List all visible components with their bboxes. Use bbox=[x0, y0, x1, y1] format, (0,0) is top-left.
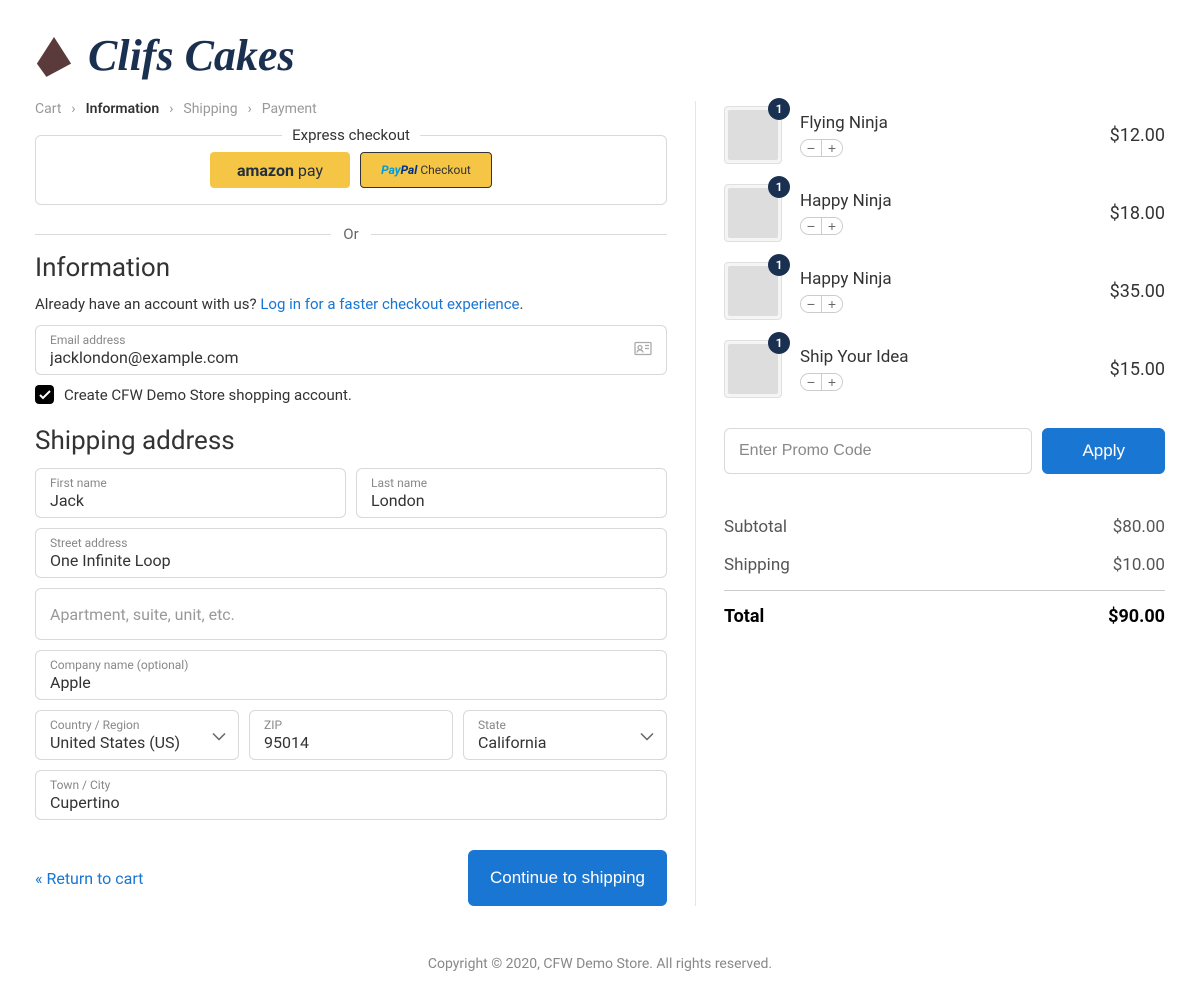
total-row: Total$90.00 bbox=[724, 597, 1165, 636]
paypal-checkout-button[interactable]: PayPal Checkout bbox=[360, 152, 492, 188]
product-thumbnail: 1 bbox=[724, 262, 782, 320]
quantity-decrease-button[interactable]: − bbox=[801, 296, 821, 312]
breadcrumb-information: Information bbox=[86, 101, 160, 117]
email-label: Email address bbox=[50, 333, 652, 347]
email-field-wrapper[interactable]: Email address bbox=[35, 325, 667, 375]
cart-item: 1 Happy Ninja − + $35.00 bbox=[724, 262, 1165, 320]
quantity-stepper: − + bbox=[800, 373, 843, 391]
continue-to-shipping-button[interactable]: Continue to shipping bbox=[468, 850, 667, 906]
quantity-increase-button[interactable]: + bbox=[822, 374, 842, 390]
first-name-input[interactable] bbox=[50, 491, 331, 510]
product-thumbnail: 1 bbox=[724, 340, 782, 398]
quantity-decrease-button[interactable]: − bbox=[801, 140, 821, 156]
brand-icon bbox=[35, 35, 73, 77]
company-field[interactable]: Company name (optional) bbox=[35, 650, 667, 700]
last-name-input[interactable] bbox=[371, 491, 652, 510]
create-account-checkbox[interactable] bbox=[35, 385, 54, 404]
state-field[interactable]: State California bbox=[463, 710, 667, 760]
street-input[interactable] bbox=[50, 551, 652, 570]
chevron-down-icon bbox=[212, 726, 226, 745]
city-field[interactable]: Town / City bbox=[35, 770, 667, 820]
breadcrumb-payment[interactable]: Payment bbox=[262, 101, 317, 117]
product-name: Happy Ninja bbox=[800, 269, 1092, 289]
apartment-field[interactable] bbox=[35, 588, 667, 640]
summary-divider bbox=[724, 590, 1165, 591]
chevron-down-icon bbox=[640, 726, 654, 745]
product-price: $35.00 bbox=[1110, 281, 1165, 302]
first-name-field[interactable]: First name bbox=[35, 468, 346, 518]
chevron-right-icon: › bbox=[71, 101, 75, 117]
product-price: $18.00 bbox=[1110, 203, 1165, 224]
or-divider: Or bbox=[35, 225, 667, 243]
country-select[interactable]: United States (US) bbox=[50, 733, 224, 752]
quantity-stepper: − + bbox=[800, 295, 843, 313]
product-name: Ship Your Idea bbox=[800, 347, 1092, 367]
express-checkout-label: Express checkout bbox=[282, 126, 420, 144]
login-link[interactable]: Log in for a faster checkout experience bbox=[260, 295, 519, 313]
shipping-address-heading: Shipping address bbox=[35, 426, 667, 456]
quantity-stepper: − + bbox=[800, 217, 843, 235]
state-select[interactable]: California bbox=[478, 733, 652, 752]
quantity-stepper: − + bbox=[800, 139, 843, 157]
zip-field[interactable]: ZIP bbox=[249, 710, 453, 760]
quantity-badge: 1 bbox=[768, 176, 790, 198]
amazon-pay-button[interactable]: amazon pay bbox=[210, 152, 350, 188]
brand-name: Clifs Cakes bbox=[88, 30, 295, 81]
product-price: $12.00 bbox=[1110, 125, 1165, 146]
street-field[interactable]: Street address bbox=[35, 528, 667, 578]
product-thumbnail: 1 bbox=[724, 184, 782, 242]
breadcrumb-cart[interactable]: Cart bbox=[35, 101, 61, 117]
product-name: Flying Ninja bbox=[800, 113, 1092, 133]
quantity-decrease-button[interactable]: − bbox=[801, 218, 821, 234]
apartment-input[interactable] bbox=[50, 605, 652, 624]
product-price: $15.00 bbox=[1110, 359, 1165, 380]
product-thumbnail: 1 bbox=[724, 106, 782, 164]
return-to-cart-link[interactable]: « Return to cart bbox=[35, 869, 143, 888]
cart-item: 1 Flying Ninja − + $12.00 bbox=[724, 106, 1165, 164]
chevron-right-icon: › bbox=[248, 101, 252, 117]
footer-copyright: Copyright © 2020, CFW Demo Store. All ri… bbox=[35, 956, 1165, 972]
information-heading: Information bbox=[35, 253, 667, 283]
quantity-badge: 1 bbox=[768, 98, 790, 120]
email-input[interactable] bbox=[50, 348, 652, 367]
cart-item: 1 Ship Your Idea − + $15.00 bbox=[724, 340, 1165, 398]
breadcrumb: Cart › Information › Shipping › Payment bbox=[35, 101, 667, 117]
login-prompt: Already have an account with us? Log in … bbox=[35, 295, 667, 313]
cart-item: 1 Happy Ninja − + $18.00 bbox=[724, 184, 1165, 242]
quantity-increase-button[interactable]: + bbox=[822, 218, 842, 234]
quantity-increase-button[interactable]: + bbox=[822, 296, 842, 312]
breadcrumb-shipping[interactable]: Shipping bbox=[183, 101, 237, 117]
apply-promo-button[interactable]: Apply bbox=[1042, 428, 1165, 474]
express-checkout-box: Express checkout amazon pay PayPal Check… bbox=[35, 135, 667, 205]
quantity-badge: 1 bbox=[768, 254, 790, 276]
promo-code-input[interactable] bbox=[724, 428, 1032, 474]
quantity-decrease-button[interactable]: − bbox=[801, 374, 821, 390]
country-field[interactable]: Country / Region United States (US) bbox=[35, 710, 239, 760]
zip-input[interactable] bbox=[264, 733, 438, 752]
product-name: Happy Ninja bbox=[800, 191, 1092, 211]
city-input[interactable] bbox=[50, 793, 652, 812]
header: Clifs Cakes bbox=[35, 30, 1165, 81]
chevron-right-icon: › bbox=[169, 101, 173, 117]
contact-card-icon bbox=[634, 341, 652, 360]
shipping-row: Shipping$10.00 bbox=[724, 546, 1165, 584]
quantity-badge: 1 bbox=[768, 332, 790, 354]
subtotal-row: Subtotal$80.00 bbox=[724, 508, 1165, 546]
last-name-field[interactable]: Last name bbox=[356, 468, 667, 518]
create-account-label: Create CFW Demo Store shopping account. bbox=[64, 386, 352, 404]
quantity-increase-button[interactable]: + bbox=[822, 140, 842, 156]
company-input[interactable] bbox=[50, 673, 652, 692]
create-account-row[interactable]: Create CFW Demo Store shopping account. bbox=[35, 385, 667, 404]
